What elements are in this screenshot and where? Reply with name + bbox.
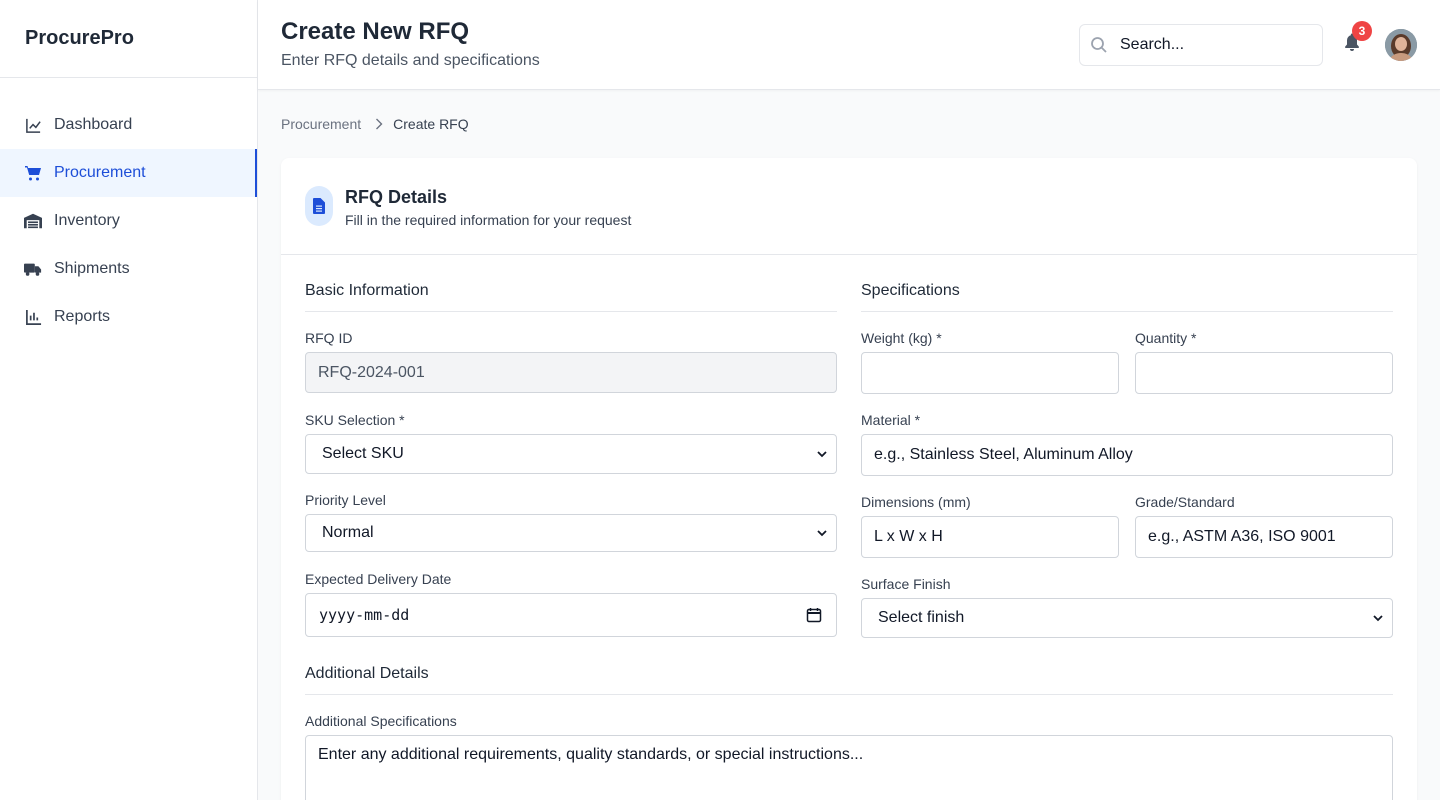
sku-select-value: Select SKU — [322, 445, 404, 462]
chart-line-icon — [24, 116, 42, 134]
section-divider — [305, 311, 837, 312]
rfq-id-label: RFQ ID — [305, 330, 353, 346]
card-subtitle: Fill in the required information for you… — [345, 212, 632, 228]
breadcrumb-current: Create RFQ — [393, 116, 469, 132]
section-basic-info: Basic Information — [305, 282, 429, 299]
rfq-details-card: RFQ Details Fill in the required informa… — [281, 158, 1417, 800]
sku-select[interactable]: Select SKU — [305, 434, 837, 474]
warehouse-icon — [24, 212, 42, 230]
calendar-icon[interactable] — [806, 607, 822, 623]
sidebar-item-label: Inventory — [54, 212, 120, 229]
priority-label: Priority Level — [305, 492, 386, 508]
additional-specs-label: Additional Specifications — [305, 713, 457, 729]
sidebar-item-label: Procurement — [54, 164, 146, 181]
surface-finish-select[interactable]: Select finish — [861, 598, 1393, 638]
delivery-date-input[interactable]: yyyy-mm-dd — [305, 593, 837, 637]
chevron-down-icon — [1372, 612, 1384, 624]
sidebar-item-dashboard[interactable]: Dashboard — [0, 101, 257, 149]
sidebar: ProcurePro Dashboard Procurement Invento… — [0, 0, 258, 800]
surface-finish-value: Select finish — [878, 609, 965, 626]
search-box[interactable] — [1079, 24, 1323, 66]
delivery-date-label: Expected Delivery Date — [305, 571, 452, 587]
sidebar-item-reports[interactable]: Reports — [0, 293, 257, 341]
breadcrumb-procurement[interactable]: Procurement — [281, 116, 361, 132]
breadcrumb: Procurement Create RFQ — [281, 116, 469, 132]
section-divider — [861, 311, 1393, 312]
sidebar-item-label: Dashboard — [54, 116, 133, 133]
weight-label: Weight (kg) * — [861, 330, 942, 346]
sidebar-item-label: Shipments — [54, 260, 130, 277]
card-header: RFQ Details Fill in the required informa… — [281, 158, 1417, 255]
section-specifications: Specifications — [861, 282, 960, 299]
dimensions-input[interactable]: L x W x H — [861, 516, 1119, 558]
search-icon — [1090, 36, 1108, 54]
chevron-right-icon — [375, 118, 383, 130]
chevron-down-icon — [816, 448, 828, 460]
grade-label: Grade/Standard — [1135, 494, 1235, 510]
surface-finish-label: Surface Finish — [861, 576, 951, 592]
search-input[interactable] — [1120, 36, 1300, 54]
shopping-cart-icon — [24, 164, 42, 182]
material-input[interactable]: e.g., Stainless Steel, Aluminum Alloy — [861, 434, 1393, 476]
rfq-id-field: RFQ-2024-001 — [305, 352, 837, 393]
weight-input[interactable] — [861, 352, 1119, 394]
quantity-input[interactable] — [1135, 352, 1393, 394]
delivery-date-placeholder: yyyy-mm-dd — [319, 606, 410, 624]
priority-select[interactable]: Normal — [305, 514, 837, 552]
sidebar-item-inventory[interactable]: Inventory — [0, 197, 257, 245]
chevron-down-icon — [816, 527, 828, 539]
dimensions-label: Dimensions (mm) — [861, 494, 971, 510]
truck-icon — [24, 260, 42, 278]
bar-chart-icon — [24, 308, 42, 326]
top-header: Create New RFQ Enter RFQ details and spe… — [258, 0, 1440, 90]
section-divider — [305, 694, 1393, 695]
sidebar-nav: Dashboard Procurement Inventory Shipment… — [0, 78, 257, 341]
material-label: Material * — [861, 412, 921, 428]
avatar[interactable] — [1385, 29, 1417, 61]
document-icon — [305, 186, 333, 226]
sidebar-item-label: Reports — [54, 308, 111, 325]
page-title: Create New RFQ — [281, 18, 470, 45]
page-subtitle: Enter RFQ details and specifications — [281, 52, 540, 69]
card-title: RFQ Details — [345, 187, 448, 207]
sidebar-item-procurement[interactable]: Procurement — [0, 149, 257, 197]
additional-specs-textarea[interactable]: Enter any additional requirements, quali… — [305, 735, 1393, 800]
brand-logo[interactable]: ProcurePro — [0, 0, 257, 78]
sku-label: SKU Selection * — [305, 412, 405, 428]
sidebar-item-shipments[interactable]: Shipments — [0, 245, 257, 293]
section-additional-details: Additional Details — [305, 665, 429, 682]
priority-select-value: Normal — [322, 524, 374, 541]
quantity-label: Quantity * — [1135, 330, 1197, 346]
grade-input[interactable]: e.g., ASTM A36, ISO 9001 — [1135, 516, 1393, 558]
notification-badge: 3 — [1352, 21, 1372, 41]
